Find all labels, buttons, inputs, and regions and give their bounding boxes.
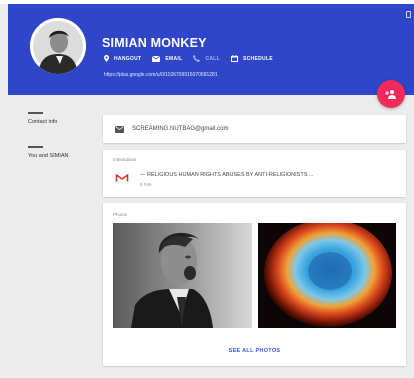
calendar-icon [230, 55, 238, 62]
interaction-date: 6 Feb [140, 182, 152, 187]
left-nav: Contact info You and SIMIAN [28, 112, 92, 180]
photos-card: Photos SEE ALL PHOTOS [103, 203, 406, 366]
photo-nebula[interactable] [258, 223, 396, 328]
interactions-card: Interactions — RELIGIOUS HUMAN RIGHTS AB… [103, 150, 406, 197]
hangout-label: HANGOUT [114, 55, 142, 62]
avatar[interactable] [30, 18, 86, 74]
photo-shouting-man[interactable] [113, 223, 252, 328]
profile-header: SIMIAN MONKEY HANGOUT EMAIL CALL SCHEDUL… [8, 4, 414, 95]
header-actions: HANGOUT EMAIL CALL SCHEDULE [104, 55, 284, 62]
schedule-action[interactable]: SCHEDULE [230, 55, 273, 62]
nav-indicator [28, 112, 43, 114]
nav-item-you-and-simian[interactable]: You and SIMIAN [28, 146, 92, 159]
interaction-title[interactable]: — RELIGIOUS HUMAN RIGHTS ABUSES BY ANTI-… [140, 172, 314, 178]
nav-label: Contact info [28, 119, 58, 125]
call-label: CALL [205, 55, 220, 62]
gmail-icon [115, 173, 129, 183]
email-icon [115, 125, 124, 133]
email-icon [152, 55, 161, 62]
schedule-label: SCHEDULE [242, 55, 273, 62]
email-action[interactable]: EMAIL [152, 55, 183, 62]
interactions-label: Interactions [113, 157, 137, 162]
photos-label: Photos [113, 212, 128, 217]
add-person-icon [385, 90, 396, 99]
contact-name: SIMIAN MONKEY [102, 36, 207, 50]
nav-item-contact-info[interactable]: Contact info [28, 112, 92, 125]
see-all-photos-link[interactable]: SEE ALL PHOTOS [103, 348, 406, 354]
email-address: SCREAMING.NUTBAG@gmail.com [132, 126, 229, 132]
phone-icon [193, 55, 201, 62]
call-action[interactable]: CALL [193, 55, 220, 62]
email-card[interactable]: SCREAMING.NUTBAG@gmail.com [103, 115, 406, 143]
corner-badge [406, 11, 411, 18]
nav-label: You and SIMIAN [28, 153, 69, 159]
add-contact-button[interactable] [377, 80, 405, 108]
location-icon [104, 55, 109, 62]
hangout-action[interactable]: HANGOUT [104, 55, 141, 62]
profile-url[interactable]: https://plus.google.com/u/0/110670991607… [104, 72, 218, 78]
nav-indicator [28, 146, 43, 148]
email-label: EMAIL [165, 55, 183, 62]
